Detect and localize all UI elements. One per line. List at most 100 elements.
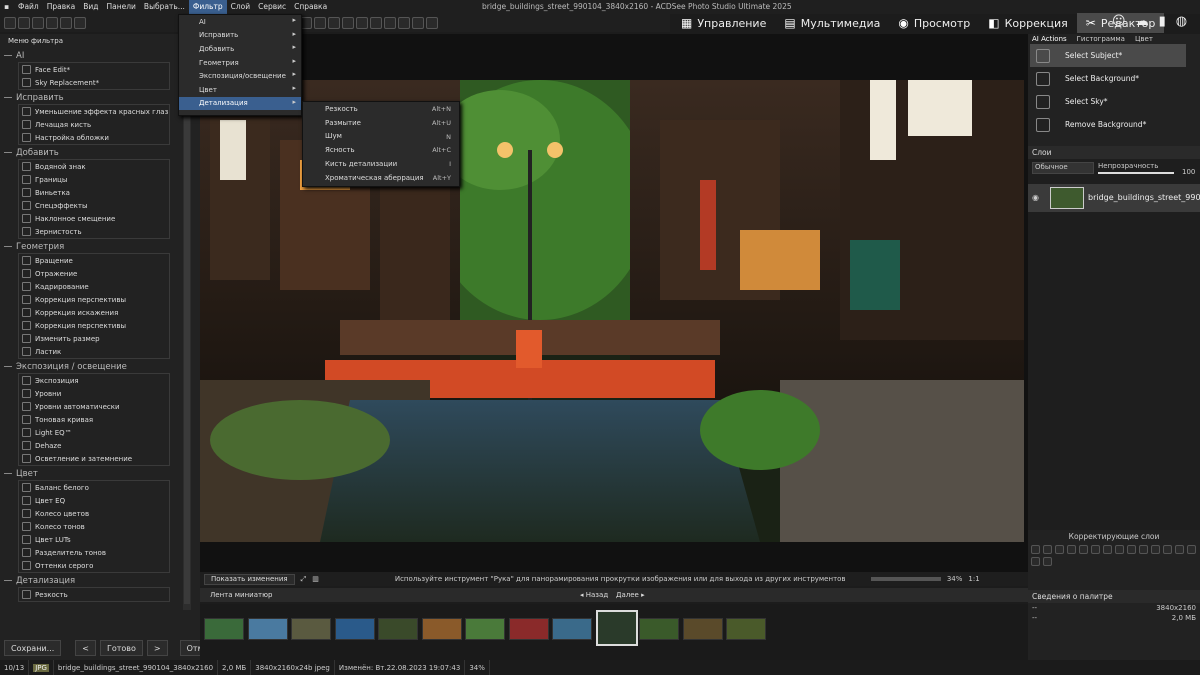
menu-filter[interactable]: Фильтр — [188, 0, 227, 14]
adjustment-layer-icon[interactable] — [1115, 545, 1124, 554]
submenu-item[interactable]: Шум N — [303, 130, 459, 144]
fit-icon[interactable]: ⤢ — [301, 575, 307, 584]
filmstrip-thumbnail[interactable] — [726, 618, 766, 640]
next-button[interactable]: Далее ▸ — [616, 591, 645, 599]
filmstrip-thumbnail[interactable] — [465, 618, 505, 640]
filter-menu-item[interactable]: Исправить ▸ — [179, 29, 301, 43]
adjustment-layer-icon[interactable] — [1043, 545, 1052, 554]
histogram-icon[interactable]: ▥ — [312, 575, 319, 583]
filter-item[interactable]: Face Edit* — [19, 63, 169, 76]
crop-tool-icon[interactable] — [74, 17, 86, 29]
filmstrip-thumbnail[interactable] — [552, 618, 592, 640]
next-button[interactable]: > — [146, 640, 168, 656]
tab-ai-actions[interactable]: AI Actions — [1030, 34, 1069, 44]
adjustment-layer-icon[interactable] — [1031, 545, 1040, 554]
filter-item[interactable]: Уровни автоматически — [19, 400, 169, 413]
stop-icon[interactable] — [384, 17, 396, 29]
tab-manage[interactable]: ▦ Управление — [672, 13, 775, 33]
filter-item[interactable]: Наклонное смещение — [19, 212, 169, 225]
adjustment-layer-icon[interactable] — [1139, 545, 1148, 554]
filter-item[interactable]: Зернистость — [19, 225, 169, 238]
play-icon[interactable] — [370, 17, 382, 29]
emoji-icon[interactable]: ☺ — [1112, 14, 1126, 29]
brush-tool-icon[interactable] — [46, 17, 58, 29]
filter-item[interactable]: Водяной знак — [19, 160, 169, 173]
filter-item[interactable]: Баланс белого — [19, 481, 169, 494]
skip-icon[interactable] — [412, 17, 424, 29]
visibility-eye-icon[interactable]: ◉ — [1032, 193, 1039, 202]
filter-menu-item[interactable]: Добавить ▸ — [179, 42, 301, 56]
filter-item[interactable]: Осветление и затемнение — [19, 452, 169, 465]
filter-item[interactable]: Границы — [19, 173, 169, 186]
ai-select-background[interactable]: Select Background* — [1030, 67, 1186, 90]
left-scrollbar[interactable] — [183, 40, 191, 610]
layer-row[interactable]: ◉ bridge_buildings_street_990... — [1028, 184, 1200, 212]
filter-item[interactable]: Коррекция перспективы — [19, 319, 169, 332]
menu-panels[interactable]: Панели — [103, 0, 140, 14]
section-title[interactable]: Детализация — [4, 573, 196, 587]
filter-item[interactable]: Отражение — [19, 267, 169, 280]
section-title[interactable]: Экспозиция / освещение — [4, 359, 196, 373]
layers-icon[interactable] — [426, 17, 438, 29]
adjustment-layer-icon[interactable] — [1175, 545, 1184, 554]
filter-item[interactable]: Уровни — [19, 387, 169, 400]
filter-item[interactable]: Вращение — [19, 254, 169, 267]
filter-item[interactable]: Тоновая кривая — [19, 413, 169, 426]
stats-icon[interactable]: ▮ — [1159, 14, 1166, 29]
filmstrip-thumbnail[interactable] — [682, 618, 723, 640]
filter-item[interactable]: Light EQ™ — [19, 426, 169, 439]
menu-edit[interactable]: Правка — [43, 0, 80, 14]
menu-view[interactable]: Вид — [79, 0, 102, 14]
filter-item[interactable]: Колесо цветов — [19, 507, 169, 520]
filter-item[interactable]: Колесо тонов — [19, 520, 169, 533]
submenu-item[interactable]: Кисть детализации I — [303, 157, 459, 171]
filter-item[interactable]: Dehaze — [19, 439, 169, 452]
app-icon[interactable]: ▪ — [0, 0, 14, 14]
save-button[interactable]: Сохрани... — [4, 640, 62, 656]
adjustment-layer-icon[interactable] — [1043, 557, 1052, 566]
filter-item[interactable]: Цвет LUTs — [19, 533, 169, 546]
move-tool-icon[interactable] — [4, 17, 16, 29]
filter-item[interactable]: Настройка обложки — [19, 131, 169, 144]
filter-item[interactable]: Уменьшение эффекта красных глаз — [19, 105, 169, 118]
filter-item[interactable]: Виньетка — [19, 186, 169, 199]
filter-item[interactable]: Коррекция искажения — [19, 306, 169, 319]
show-changes-button[interactable]: Показать изменения — [204, 573, 295, 585]
tab-color[interactable]: Цвет — [1133, 34, 1155, 44]
adjustment-layer-icon[interactable] — [1091, 545, 1100, 554]
section-title[interactable]: Добавить — [4, 145, 196, 159]
lasso-tool-icon[interactable] — [32, 17, 44, 29]
burn-tool-icon[interactable] — [356, 17, 368, 29]
filter-menu-item[interactable]: Геометрия ▸ — [179, 56, 301, 70]
dashboard-icon[interactable]: ◍ — [1176, 14, 1187, 29]
filmstrip-thumbnail[interactable] — [508, 618, 549, 640]
filter-item[interactable]: Ластик — [19, 345, 169, 358]
filter-menu-item[interactable]: Цвет ▸ — [179, 83, 301, 97]
filter-item[interactable]: Резкость — [19, 588, 169, 601]
filter-item[interactable]: Цвет EQ — [19, 494, 169, 507]
filter-item[interactable]: Оттенки серого — [19, 559, 169, 572]
filter-item[interactable]: Разделитель тонов — [19, 546, 169, 559]
filter-item[interactable]: Экспозиция — [19, 374, 169, 387]
record-icon[interactable] — [398, 17, 410, 29]
menu-help[interactable]: Справка — [290, 0, 331, 14]
adjustment-layer-icon[interactable] — [1151, 545, 1160, 554]
filmstrip-thumbnail[interactable] — [378, 618, 418, 640]
section-title[interactable]: Геометрия — [4, 239, 196, 253]
filmstrip-thumbnail[interactable] — [204, 618, 244, 640]
filmstrip-thumbnail[interactable] — [595, 610, 638, 646]
blur-tool-icon[interactable] — [314, 17, 326, 29]
adjustment-layer-icon[interactable] — [1079, 545, 1088, 554]
ai-select-subject[interactable]: Select Subject* — [1030, 44, 1186, 67]
back-button[interactable]: ◂ Назад — [580, 591, 608, 599]
filter-item[interactable]: Изменить размер — [19, 332, 169, 345]
adjustment-layer-icon[interactable] — [1163, 545, 1172, 554]
ratio-button[interactable]: 1:1 — [968, 575, 979, 583]
adjustment-layer-icon[interactable] — [1103, 545, 1112, 554]
tab-histogram[interactable]: Гистограмма — [1075, 34, 1127, 44]
filter-menu-item[interactable]: Детализация ▸ — [179, 96, 301, 111]
menu-layer[interactable]: Слой — [227, 0, 255, 14]
adjustment-layer-icon[interactable] — [1055, 545, 1064, 554]
tab-media[interactable]: ▤ Мультимедиа — [775, 13, 889, 33]
sharpen-tool-icon[interactable] — [328, 17, 340, 29]
